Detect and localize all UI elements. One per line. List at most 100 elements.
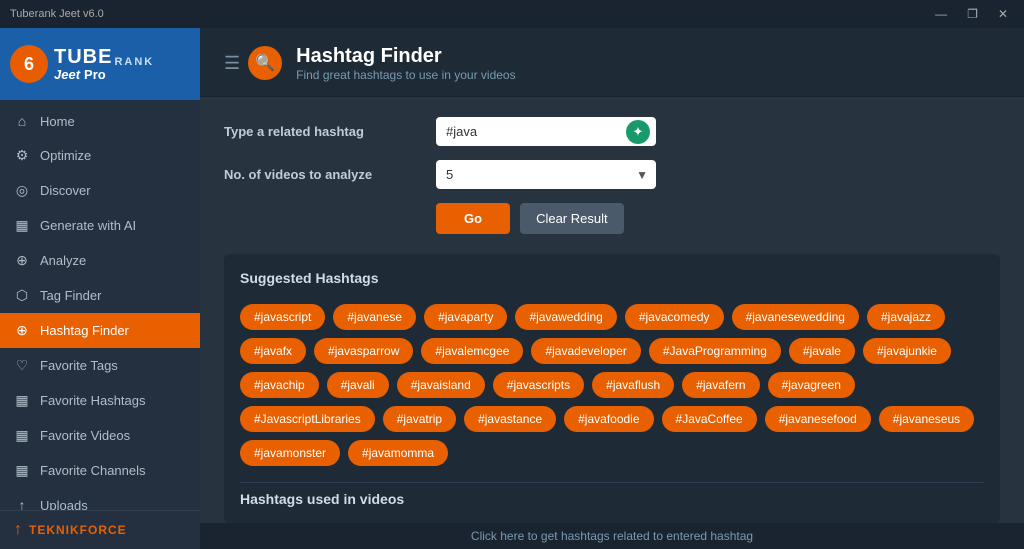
tag-pill[interactable]: #javascript: [240, 304, 325, 330]
sidebar-item-optimize[interactable]: ⚙ Optimize: [0, 138, 200, 173]
tag-pill[interactable]: #javalemcgee: [421, 338, 523, 364]
tag-pill[interactable]: #JavaCoffee: [662, 406, 757, 432]
tag-pill[interactable]: #javastance: [464, 406, 556, 432]
tag-pill[interactable]: #javaflush: [592, 372, 674, 398]
page-header: ☰ 🔍 Hashtag Finder Find great hashtags t…: [200, 28, 1024, 97]
tag-pill[interactable]: #javanese: [333, 304, 416, 330]
tag-pill[interactable]: #javanesewedding: [732, 304, 859, 330]
tags-container: #javascript #javanese #javaparty #javaweddi…: [240, 304, 984, 466]
sidebar-item-favorite-hashtags[interactable]: ▦ Favorite Hashtags: [0, 383, 200, 418]
tag-pill[interactable]: #javascripts: [493, 372, 584, 398]
hashtag-label: Type a related hashtag: [224, 124, 424, 139]
header-icon-group: ☰ 🔍: [224, 46, 282, 80]
status-bar[interactable]: Click here to get hashtags related to en…: [200, 523, 1024, 549]
hashtag-input-wrapper: ✦: [436, 117, 656, 146]
suggested-title: Suggested Hashtags: [240, 270, 984, 290]
tag-pill[interactable]: #javanesefood: [765, 406, 871, 432]
sidebar-item-favorite-channels[interactable]: ▦ Favorite Channels: [0, 453, 200, 488]
nav-label-11: Uploads: [40, 498, 88, 511]
nav-label-10: Favorite Channels: [40, 463, 146, 478]
nav-label-8: Favorite Hashtags: [40, 393, 146, 408]
app-body: 6 TUBE RANK Jeet Pro ⌂ Home ⚙ Optimize ◎: [0, 28, 1024, 549]
tag-pill[interactable]: #javafoodie: [564, 406, 653, 432]
sidebar-footer: ↑ TEKNIKFORCE: [0, 510, 200, 549]
title-bar-text: Tuberank Jeet v6.0: [10, 8, 104, 20]
nav-icon-7: ♡: [14, 357, 30, 374]
sidebar-item-discover[interactable]: ◎ Discover: [0, 173, 200, 208]
clear-button[interactable]: Clear Result: [520, 203, 624, 234]
title-bar-controls: — ❐ ✕: [929, 5, 1014, 23]
nav-icon-0: ⌂: [14, 113, 30, 129]
logo-tube: TUBE: [54, 46, 112, 68]
nav-icon-2: ◎: [14, 182, 30, 199]
nav-label-6: Hashtag Finder: [40, 323, 129, 338]
content-area: Type a related hashtag ✦ No. of videos t…: [200, 97, 1024, 523]
search-circle-icon: 🔍: [248, 46, 282, 80]
tag-pill[interactable]: #javafx: [240, 338, 306, 364]
tag-pill[interactable]: #javaparty: [424, 304, 507, 330]
logo-jeet: Jeet: [54, 68, 80, 82]
hamburger-icon: ☰: [224, 53, 240, 74]
logo-rank: RANK: [114, 56, 154, 68]
tag-pill[interactable]: #JavaProgramming: [649, 338, 781, 364]
tag-pill[interactable]: #javajunkie: [863, 338, 951, 364]
minimize-button[interactable]: —: [929, 5, 953, 23]
nav-icon-6: ⊕: [14, 322, 30, 339]
nav-label-1: Optimize: [40, 148, 91, 163]
nav-label-0: Home: [40, 114, 75, 129]
sidebar-item-favorite-tags[interactable]: ♡ Favorite Tags: [0, 348, 200, 383]
nav-label-5: Tag Finder: [40, 288, 101, 303]
tag-pill[interactable]: #javatrip: [383, 406, 456, 432]
tag-pill[interactable]: #javali: [327, 372, 389, 398]
tag-pill[interactable]: #javadeveloper: [531, 338, 640, 364]
videos-select-wrapper: 5 10 15 20 25 ▼: [436, 160, 656, 189]
nav-icon-10: ▦: [14, 462, 30, 479]
sidebar-item-hashtag-finder[interactable]: ⊕ Hashtag Finder: [0, 313, 200, 348]
nav-label-7: Favorite Tags: [40, 358, 118, 373]
nav-label-2: Discover: [40, 183, 91, 198]
sidebar-item-analyze[interactable]: ⊕ Analyze: [0, 243, 200, 278]
hashtags-section: Suggested Hashtags #javascript#javanese#…: [224, 254, 1000, 523]
videos-select[interactable]: 5 10 15 20 25: [436, 160, 656, 189]
sidebar-item-uploads[interactable]: ↑ Uploads: [0, 488, 200, 510]
tag-pill[interactable]: #javawedding: [515, 304, 616, 330]
nav-icon-9: ▦: [14, 427, 30, 444]
tag-pill[interactable]: #javale: [789, 338, 855, 364]
sidebar-logo: 6 TUBE RANK Jeet Pro: [0, 28, 200, 100]
main-content: ☰ 🔍 Hashtag Finder Find great hashtags t…: [200, 28, 1024, 549]
tag-pill[interactable]: #javagreen: [768, 372, 855, 398]
logo-text: TUBE RANK Jeet Pro: [54, 46, 154, 82]
status-text: Click here to get hashtags related to en…: [471, 529, 753, 543]
videos-form-row: No. of videos to analyze 5 10 15 20 25 ▼: [224, 160, 1000, 189]
nav-icon-4: ⊕: [14, 252, 30, 269]
tag-pill[interactable]: #javajazz: [867, 304, 945, 330]
footer-brand: TEKNIKFORCE: [29, 523, 127, 537]
go-button[interactable]: Go: [436, 203, 510, 234]
nav-label-9: Favorite Videos: [40, 428, 130, 443]
sidebar-item-favorite-videos[interactable]: ▦ Favorite Videos: [0, 418, 200, 453]
tag-pill[interactable]: #javamomma: [348, 440, 448, 466]
tag-pill[interactable]: #javaneseus: [879, 406, 974, 432]
tag-pill[interactable]: #javachip: [240, 372, 319, 398]
sidebar-item-tag-finder[interactable]: ⬡ Tag Finder: [0, 278, 200, 313]
nav-icon-1: ⚙: [14, 147, 30, 164]
sidebar-item-home[interactable]: ⌂ Home: [0, 104, 200, 138]
ai-button[interactable]: ✦: [626, 120, 650, 144]
tag-pill[interactable]: #javaisland: [397, 372, 485, 398]
restore-button[interactable]: ❐: [961, 5, 984, 23]
tag-pill[interactable]: #javasparrow: [314, 338, 413, 364]
tag-pill[interactable]: #javafern: [682, 372, 759, 398]
sidebar-item-generate-with-ai[interactable]: ▦ Generate with AI: [0, 208, 200, 243]
nav-icon-5: ⬡: [14, 287, 30, 304]
tag-pill[interactable]: #javamonster: [240, 440, 340, 466]
tag-pill[interactable]: #JavascriptLibraries: [240, 406, 375, 432]
page-subtitle: Find great hashtags to use in your video…: [296, 68, 515, 82]
used-section-title: Hashtags used in videos: [240, 482, 984, 507]
videos-label: No. of videos to analyze: [224, 167, 424, 182]
hashtag-input[interactable]: [436, 117, 656, 146]
title-bar: Tuberank Jeet v6.0 — ❐ ✕: [0, 0, 1024, 28]
nav-label-3: Generate with AI: [40, 218, 136, 233]
close-button[interactable]: ✕: [992, 5, 1014, 23]
sidebar-nav: ⌂ Home ⚙ Optimize ◎ Discover ▦ Generate …: [0, 100, 200, 510]
tag-pill[interactable]: #javacomedy: [625, 304, 724, 330]
